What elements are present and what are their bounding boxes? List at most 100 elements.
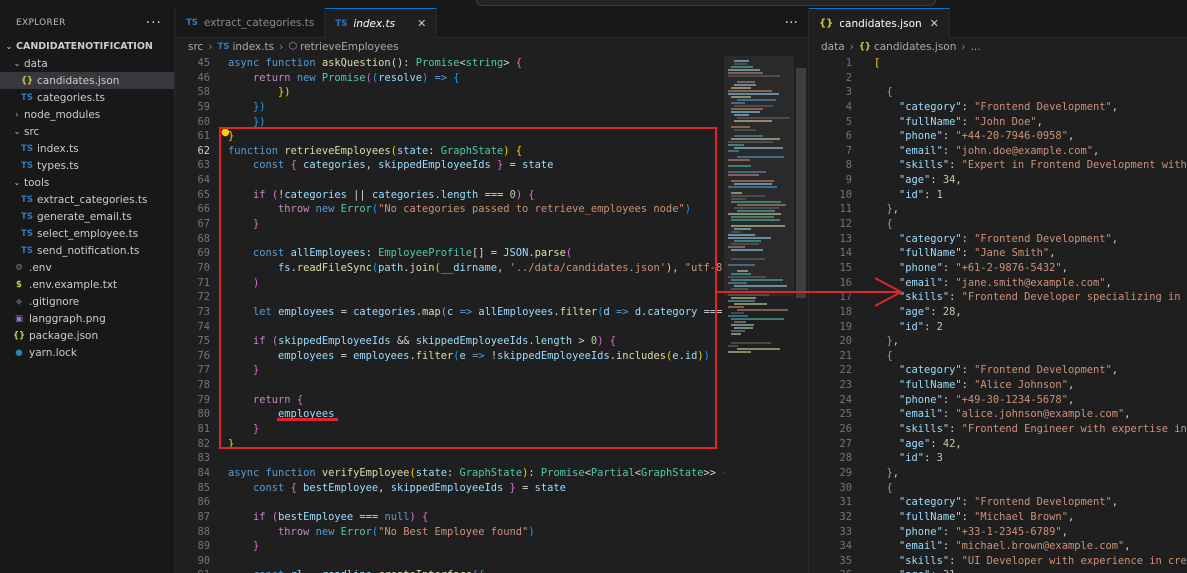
tree-item-select-employee-ts[interactable]: TS select_employee.ts [0, 225, 174, 242]
code-token: null [384, 510, 410, 523]
line-number: 60 [197, 115, 210, 128]
tree-item-index-ts[interactable]: TS index.ts [0, 140, 174, 157]
minimap-line [728, 246, 745, 248]
line-number: 28 [839, 452, 852, 465]
breadcrumb-folder[interactable]: src [188, 41, 203, 53]
breadcrumb-symbol[interactable]: retrieveEmployees [300, 41, 399, 53]
tree-item-types-ts[interactable]: TS types.ts [0, 157, 174, 174]
tree-item-yarn-lock[interactable]: ● yarn.lock [0, 344, 174, 361]
code-token: "Frontend Development" [974, 232, 1112, 245]
code-editor-candidates-json[interactable]: 1[2 3 {4 "category": "Frontend Developmen… [809, 56, 1187, 573]
tab-index-ts[interactable]: TS index.ts ✕ [325, 8, 438, 38]
code-line: 5 "fullName": "John Doe", [809, 115, 1187, 130]
tree-item-candidatenotification[interactable]: ⌄ CANDIDATENOTIFICATION [0, 38, 174, 55]
tree-item-generate-email-ts[interactable]: TS generate_email.ts [0, 208, 174, 225]
line-number: 46 [197, 71, 210, 84]
close-icon[interactable]: ✕ [930, 17, 939, 30]
code-token: return [253, 71, 297, 84]
tree-item--gitignore[interactable]: ◆ .gitignore [0, 293, 174, 310]
minimap[interactable] [724, 56, 794, 573]
minimap-line [731, 225, 785, 227]
code-token: 3 [936, 452, 943, 465]
minimap-line [731, 126, 750, 128]
code-token: , [1111, 496, 1119, 509]
tree-item-package-json[interactable]: {} package.json [0, 327, 174, 344]
scrollbar-thumb[interactable] [796, 68, 806, 298]
tree-item-extract-categories-ts[interactable]: TS extract_categories.ts [0, 191, 174, 208]
tree-item-candidates-json[interactable]: {} candidates.json [0, 72, 174, 89]
minimap-line [728, 237, 771, 239]
code-token: skippedEmployeeIds [390, 481, 504, 494]
tree-item-langgraph-png[interactable]: ▣ langgraph.png [0, 310, 174, 327]
breadcrumb-ellipsis[interactable]: ... [971, 41, 981, 53]
breadcrumb-file[interactable]: index.ts [232, 41, 274, 53]
minimap-viewport[interactable] [724, 56, 794, 296]
chevron-down-icon: ⌄ [13, 59, 21, 68]
code-token: , [1124, 540, 1131, 553]
tree-item-src[interactable]: ⌄ src [0, 123, 174, 140]
code-token: : [447, 466, 460, 479]
tree-item--env[interactable]: ⚙ .env [0, 259, 174, 276]
tab-candidates-json[interactable]: {} candidates.json ✕ [809, 8, 950, 38]
code-line: 23 "fullName": "Alice Johnson", [809, 378, 1187, 393]
code-token: const [253, 569, 291, 573]
code-token: , [1061, 525, 1068, 538]
code-line: 58 }) [176, 85, 724, 100]
code-token: "id" [899, 188, 925, 201]
line-content: const rl = readline.createInterface({ [210, 568, 485, 573]
breadcrumb-file[interactable]: candidates.json [874, 41, 956, 53]
tree-item-data[interactable]: ⌄ data [0, 55, 174, 72]
vertical-scrollbar[interactable] [795, 56, 807, 573]
code-token: Promise [415, 57, 460, 69]
chevron-right-icon: › [849, 40, 854, 53]
line-content: "fullName": "Michael Brown", [852, 510, 1074, 525]
minimap-line [731, 108, 763, 110]
line-number: 45 [197, 57, 210, 69]
tree-item-send-notification-ts[interactable]: TS send_notification.ts [0, 242, 174, 259]
code-token: "age" [899, 437, 931, 450]
minimap-line [734, 84, 756, 86]
editor-more-actions-icon[interactable]: ··· [785, 15, 798, 31]
code-token: "jane.smith@example.com" [955, 276, 1106, 289]
command-center[interactable] [476, 0, 936, 6]
minimap-line [731, 198, 746, 200]
minimap-line [737, 204, 786, 206]
title-bar [0, 0, 1187, 8]
tree-item-categories-ts[interactable]: TS categories.ts [0, 89, 174, 106]
ts-file-icon: TS [21, 160, 33, 171]
code-token: , [1061, 261, 1068, 274]
code-token: GraphState [459, 466, 523, 479]
tree-item-node-modules[interactable]: › node_modules [0, 106, 174, 123]
minimap-line [731, 195, 765, 197]
tab-extract-categories[interactable]: TS extract_categories.ts [176, 8, 326, 38]
minimap-line [728, 315, 748, 317]
code-token: : [961, 100, 975, 113]
code-token: , [955, 437, 962, 450]
line-number: 31 [839, 496, 852, 509]
line-content: { [852, 349, 893, 364]
code-token: : [949, 554, 962, 567]
code-token: , [1124, 408, 1131, 421]
breadcrumb-folder[interactable]: data [821, 41, 845, 53]
code-token: "Frontend Development" [974, 364, 1112, 377]
tree-item--env-example-txt[interactable]: $ .env.example.txt [0, 276, 174, 293]
line-content: "category": "Frontend Development", [852, 363, 1118, 378]
line-number: 90 [197, 554, 210, 567]
minimap-line [734, 63, 747, 65]
code-token: : [961, 496, 975, 509]
code-token: { [886, 86, 893, 99]
ts-file-icon: TS [21, 245, 33, 256]
code-token: rl [291, 569, 304, 573]
tree-item-tools[interactable]: ⌄ tools [0, 174, 174, 191]
line-number: 7 [845, 144, 852, 157]
close-icon[interactable]: ✕ [417, 17, 426, 30]
more-actions-icon[interactable]: ··· [146, 15, 162, 31]
minimap-line [728, 141, 773, 143]
minimap-line [728, 171, 766, 173]
minimap-line [731, 231, 741, 233]
explorer-header: EXPLORER ··· [0, 8, 174, 38]
